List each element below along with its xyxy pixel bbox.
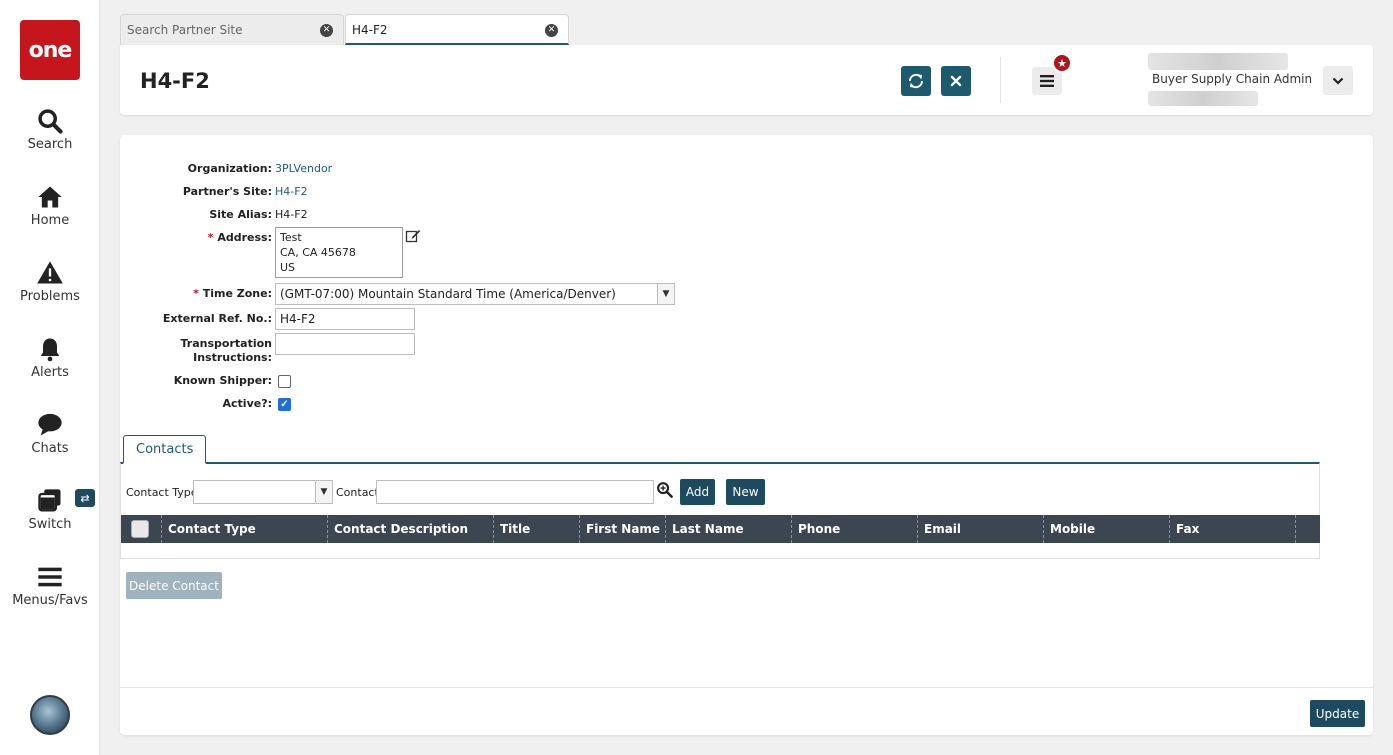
- app-logo[interactable]: one: [20, 20, 80, 80]
- warning-icon: [0, 259, 100, 287]
- site-alias-label: Site Alias:: [209, 208, 272, 221]
- update-button[interactable]: Update: [1310, 700, 1365, 727]
- required-marker: *: [193, 287, 199, 300]
- address-line: US: [280, 261, 296, 274]
- address-line: Test: [280, 231, 302, 244]
- sidebar-item-label: Alerts: [31, 365, 69, 380]
- partner-site-label: Partner's Site:: [182, 185, 272, 198]
- organization-link[interactable]: 3PLVendor: [275, 162, 332, 175]
- column-header-phone[interactable]: Phone: [791, 515, 917, 543]
- close-page-button[interactable]: [941, 66, 971, 96]
- chevron-down-icon[interactable]: ▼: [315, 481, 332, 503]
- user-avatar[interactable]: [30, 695, 70, 735]
- sidebar-item-problems[interactable]: Problems: [0, 259, 100, 319]
- close-icon[interactable]: ✕: [320, 24, 333, 37]
- sidebar-item-alerts[interactable]: Alerts: [0, 335, 100, 395]
- contact-filter-label: Contact: [336, 486, 379, 499]
- external-ref-label: External Ref. No.:: [162, 312, 272, 325]
- column-header-fax[interactable]: Fax: [1169, 515, 1295, 543]
- page-header: H4-F2 ★ Buyer Supply Chain Admin: [120, 45, 1373, 115]
- active-label: Active?:: [222, 397, 272, 410]
- address-display: Test CA, CA 45678 US: [275, 227, 403, 278]
- transportation-instructions-label: Transportation Instructions:: [181, 337, 272, 365]
- sidebar-item-label: Chats: [31, 441, 69, 456]
- column-header-title[interactable]: Title: [493, 515, 579, 543]
- sidebar-item-label: Switch: [28, 517, 72, 532]
- column-header-email[interactable]: Email: [917, 515, 1043, 543]
- header-divider: [1000, 57, 1001, 103]
- chevron-down-icon: [1332, 77, 1344, 85]
- tab-h4-f2[interactable]: H4-F2 ✕: [345, 14, 569, 45]
- sidebar: one Search Home Problems Alerts Chats Sw…: [0, 0, 100, 755]
- transportation-instructions-input[interactable]: [275, 333, 415, 355]
- tab-contacts[interactable]: Contacts: [123, 435, 207, 464]
- switch-badge-icon[interactable]: ⇄: [75, 489, 95, 507]
- sidebar-item-home[interactable]: Home: [0, 183, 100, 243]
- label-line: Instructions:: [193, 351, 272, 364]
- chevron-down-icon[interactable]: ▼: [657, 284, 674, 304]
- tab-label: H4-F2: [352, 23, 388, 37]
- redacted-user-detail: [1148, 91, 1258, 106]
- add-contact-button[interactable]: Add: [680, 479, 715, 505]
- bell-icon: [0, 335, 100, 363]
- search-icon: [0, 107, 100, 135]
- column-header-spacer: [1295, 515, 1320, 543]
- time-zone-label-text: Time Zone:: [202, 287, 272, 300]
- time-zone-value: (GMT-07:00) Mountain Standard Time (Amer…: [280, 287, 616, 301]
- contact-type-select[interactable]: ▼: [193, 480, 333, 504]
- known-shipper-label: Known Shipper:: [173, 374, 272, 387]
- tab-label: Search Partner Site: [127, 23, 243, 37]
- column-header-mobile[interactable]: Mobile: [1043, 515, 1169, 543]
- address-label-text: Address:: [217, 231, 272, 244]
- address-line: CA, CA 45678: [280, 246, 356, 259]
- contacts-panel: Contact Type ▼ Contact Add New Contact T…: [120, 462, 1320, 559]
- page-title: H4-F2: [140, 69, 210, 93]
- footer-divider: [120, 687, 1373, 688]
- tab-search-partner-site[interactable]: Search Partner Site ✕: [120, 14, 344, 45]
- sidebar-item-label: Menus/Favs: [12, 593, 88, 608]
- menu-icon: [0, 563, 100, 591]
- user-menu-dropdown[interactable]: [1323, 66, 1353, 95]
- time-zone-label: * Time Zone:: [193, 287, 272, 300]
- site-alias-value: H4-F2: [275, 208, 308, 221]
- refresh-icon: [909, 73, 923, 89]
- home-icon: [0, 183, 100, 211]
- external-ref-input[interactable]: H4-F2: [275, 308, 415, 330]
- column-header-last-name[interactable]: Last Name: [665, 515, 791, 543]
- sidebar-item-chats[interactable]: Chats: [0, 411, 100, 471]
- column-header-contact-description[interactable]: Contact Description: [327, 515, 493, 543]
- column-header-contact-type[interactable]: Contact Type: [161, 515, 327, 543]
- known-shipper-checkbox[interactable]: [278, 375, 291, 388]
- new-contact-button[interactable]: New: [726, 479, 765, 505]
- time-zone-select[interactable]: (GMT-07:00) Mountain Standard Time (Amer…: [275, 283, 675, 305]
- sidebar-item-label: Home: [30, 213, 70, 228]
- sidebar-item-label: Search: [27, 137, 73, 152]
- contacts-grid-header: Contact Type Contact Description Title F…: [121, 515, 1320, 543]
- user-role: Buyer Supply Chain Admin: [1152, 72, 1313, 86]
- required-marker: *: [207, 231, 214, 244]
- edit-icon[interactable]: [405, 228, 421, 244]
- star-icon[interactable]: ★: [1052, 53, 1072, 73]
- contact-search-input[interactable]: [376, 480, 654, 504]
- select-all-checkbox[interactable]: [131, 520, 149, 538]
- sidebar-item-label: Problems: [20, 289, 80, 304]
- contact-type-filter-label: Contact Type: [126, 486, 198, 499]
- close-icon: [950, 75, 962, 87]
- sidebar-item-search[interactable]: Search: [0, 107, 100, 167]
- partner-site-link[interactable]: H4-F2: [275, 185, 308, 198]
- zoom-search-icon[interactable]: [656, 481, 673, 498]
- address-label: * Address:: [208, 231, 272, 244]
- sidebar-item-menus-favs[interactable]: Menus/Favs: [0, 563, 100, 623]
- organization-label: Organization:: [187, 162, 272, 175]
- hamburger-icon: [1040, 75, 1054, 87]
- chat-icon: [0, 411, 100, 439]
- active-checkbox[interactable]: ✓: [278, 398, 291, 411]
- redacted-username: [1148, 53, 1288, 70]
- close-icon[interactable]: ✕: [545, 24, 558, 37]
- refresh-button[interactable]: [901, 66, 931, 96]
- delete-contact-button[interactable]: Delete Contact: [126, 572, 222, 599]
- main-panel: Organization: 3PLVendor Partner's Site: …: [120, 135, 1373, 735]
- column-header-first-name[interactable]: First Name: [579, 515, 665, 543]
- label-line: Transportation: [180, 337, 272, 350]
